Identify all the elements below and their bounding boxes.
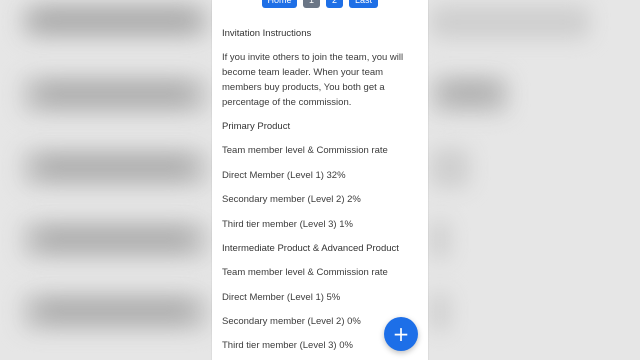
add-floating-button[interactable]: + [384,317,418,351]
primary-level-1: Direct Member (Level 1) 32% [222,170,346,181]
page-1-button[interactable]: 1 [303,0,320,8]
invitation-card: Home 1 2 Last Invitation Instructions If… [212,0,428,360]
primary-level-2: Secondary member (Level 2) 2% [222,194,361,205]
intermediate-level-2: Secondary member (Level 2) 0% [222,316,361,327]
intermediate-level-3: Third tier member (Level 3) 0% [222,340,353,351]
page-2-button[interactable]: 2 [326,0,343,8]
primary-level-3: Third tier member (Level 3) 1% [222,219,353,230]
intermediate-level-1: Direct Member (Level 1) 5% [222,292,341,303]
primary-rate-header: Team member level & Commission rate [222,145,388,156]
intermediate-rate-header: Team member level & Commission rate [222,267,388,278]
invitation-body: If you invite others to join the team, y… [222,52,404,108]
pagination: Home 1 2 Last [212,0,428,8]
page-home-button[interactable]: Home [262,0,297,8]
intermediate-product-title: Intermediate Product & Advanced Product [222,243,399,254]
plus-icon: + [392,322,410,346]
invitation-title: Invitation Instructions [222,28,312,39]
page-last-button[interactable]: Last [349,0,378,8]
primary-product-title: Primary Product [222,121,291,132]
